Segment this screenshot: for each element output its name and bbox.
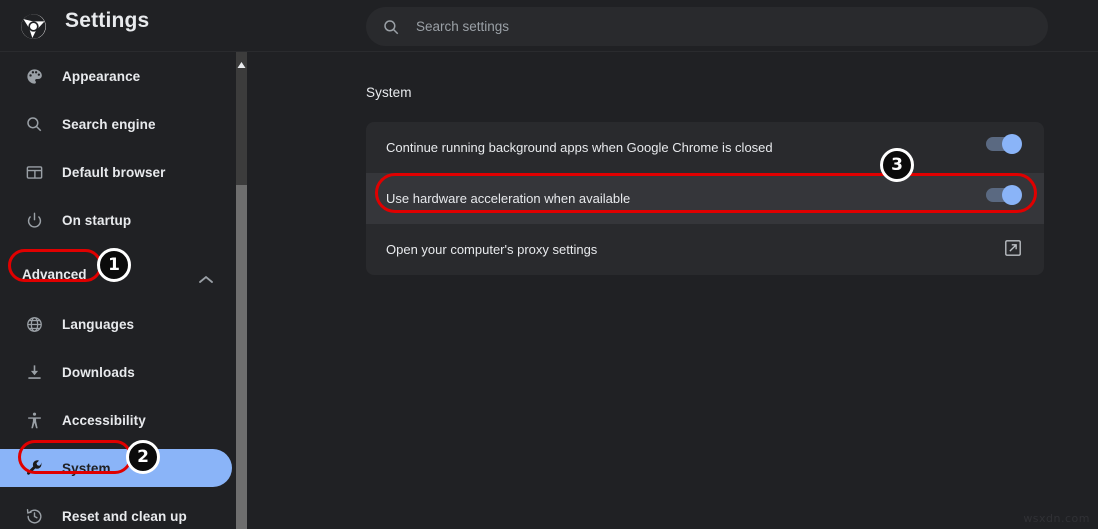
power-icon xyxy=(24,210,44,230)
proxy-settings-row[interactable]: Open your computer's proxy settings xyxy=(366,224,1044,275)
sidebar-item-accessibility[interactable]: Accessibility xyxy=(0,396,232,444)
sidebar-item-label: Downloads xyxy=(62,365,135,380)
scrollbar-thumb[interactable] xyxy=(236,185,247,529)
annotation-marker-3: 3 xyxy=(880,148,914,182)
sidebar-item-reset-and-clean-up[interactable]: Reset and clean up xyxy=(0,492,232,529)
sidebar-item-label: Languages xyxy=(62,317,134,332)
settings-window: Settings Search settings APPUALS xyxy=(0,0,1098,529)
history-restore-icon xyxy=(24,506,44,526)
sidebar-item-label: Default browser xyxy=(62,165,166,180)
sidebar-item-label: System xyxy=(62,461,111,476)
hardware-acceleration-toggle[interactable] xyxy=(986,188,1020,202)
settings-sidebar: Appearance Search engine Default browser xyxy=(0,52,232,529)
scroll-up-arrow-icon[interactable] xyxy=(237,56,246,64)
annotation-marker-1: 1 xyxy=(97,248,131,282)
annotation-marker-2: 2 xyxy=(126,440,160,474)
search-input-placeholder[interactable]: Search settings xyxy=(416,19,509,34)
download-icon xyxy=(24,362,44,382)
accessibility-icon xyxy=(24,410,44,430)
chrome-logo xyxy=(20,13,47,40)
sidebar-item-label: Reset and clean up xyxy=(62,509,187,524)
wrench-icon xyxy=(24,458,44,478)
search-icon xyxy=(24,114,44,134)
chevron-up-icon[interactable] xyxy=(199,271,213,280)
sidebar-item-label: Accessibility xyxy=(62,413,146,428)
toggle-knob xyxy=(1002,185,1022,205)
browser-window-icon xyxy=(24,162,44,182)
background-apps-row[interactable]: Continue running background apps when Go… xyxy=(366,122,1044,173)
sidebar-item-default-browser[interactable]: Default browser xyxy=(0,148,232,196)
sidebar-item-downloads[interactable]: Downloads xyxy=(0,348,232,396)
background-apps-label: Continue running background apps when Go… xyxy=(386,140,773,155)
sidebar-item-search-engine[interactable]: Search engine xyxy=(0,100,232,148)
background-apps-toggle[interactable] xyxy=(986,137,1020,151)
search-settings-bar[interactable]: Search settings xyxy=(366,7,1048,46)
globe-icon xyxy=(24,314,44,334)
external-link-icon[interactable] xyxy=(1004,239,1022,257)
sidebar-item-languages[interactable]: Languages xyxy=(0,300,232,348)
palette-icon xyxy=(24,66,44,86)
hardware-acceleration-row[interactable]: Use hardware acceleration when available xyxy=(366,173,1044,224)
system-section-title: System xyxy=(366,85,412,100)
source-watermark: wsxdn.com xyxy=(1023,512,1090,525)
hardware-acceleration-label: Use hardware acceleration when available xyxy=(386,191,630,206)
sidebar-item-label: On startup xyxy=(62,213,131,228)
scrollbar-track[interactable] xyxy=(236,52,247,185)
sidebar-item-system[interactable]: System xyxy=(0,444,232,492)
sidebar-item-on-startup[interactable]: On startup xyxy=(0,196,232,244)
sidebar-scrollbar[interactable] xyxy=(234,52,249,529)
sidebar-advanced-label: Advanced xyxy=(22,267,87,282)
proxy-settings-label: Open your computer's proxy settings xyxy=(386,242,597,257)
app-header: Settings Search settings xyxy=(0,0,1098,52)
search-icon xyxy=(382,18,400,36)
system-settings-card: Continue running background apps when Go… xyxy=(366,122,1044,275)
main-content: System Continue running background apps … xyxy=(249,52,1098,529)
page-title: Settings xyxy=(65,9,149,33)
sidebar-item-label: Appearance xyxy=(62,69,140,84)
toggle-knob xyxy=(1002,134,1022,154)
sidebar-item-appearance[interactable]: Appearance xyxy=(0,52,232,100)
sidebar-item-label: Search engine xyxy=(62,117,156,132)
